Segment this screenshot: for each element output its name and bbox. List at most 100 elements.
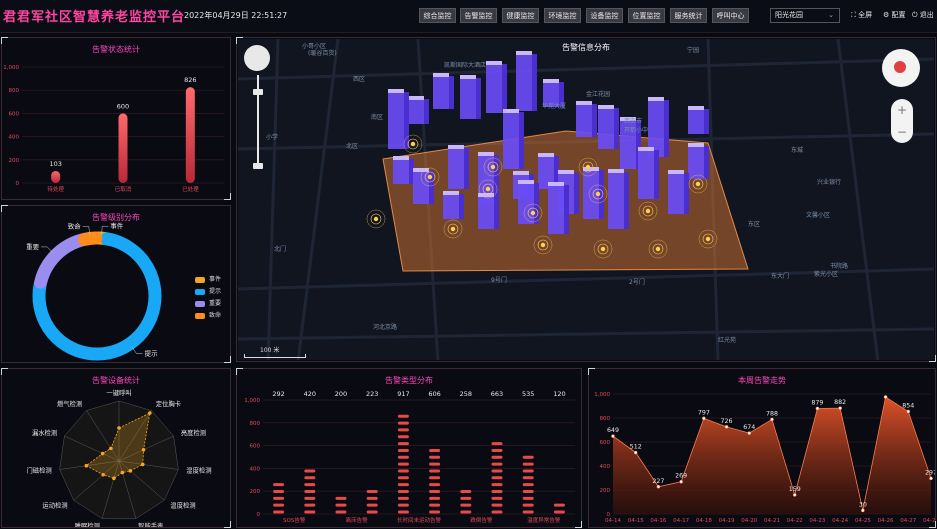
legend-item: 致命 [195, 310, 221, 319]
tab-call-center[interactable]: 呼叫中心 [712, 8, 749, 23]
radar-point [112, 476, 116, 481]
data-label: 269 [675, 473, 687, 480]
x-tick-label: 跌倒告警 [470, 516, 493, 524]
tab-health[interactable]: 健康监控 [502, 8, 539, 23]
map-label: 紫光小区 [814, 271, 839, 278]
bar-segment [553, 503, 565, 507]
radar-point [101, 472, 105, 477]
building [598, 105, 614, 149]
radar-axis-label: 湿度检测 [186, 466, 211, 475]
building [608, 169, 624, 229]
bar-segment [397, 428, 409, 432]
data-label: 535 [522, 390, 534, 398]
building-side [502, 64, 507, 113]
alarm-level-chart: 事件提示 重要 致命 [26, 221, 162, 361]
data-label: 223 [366, 390, 378, 398]
alert-marker [490, 164, 496, 170]
tab-comprehensive[interactable]: 综合监控 [419, 8, 456, 23]
tab-location[interactable]: 位置监控 [628, 8, 665, 23]
pie-slice [34, 233, 89, 289]
map-zoom-slider[interactable] [244, 45, 270, 171]
x-tick-label: 已取消 [115, 185, 132, 193]
data-point [679, 479, 683, 484]
zoom-minus-icon[interactable] [253, 163, 263, 169]
data-label: 297 [925, 469, 935, 476]
data-label: 882 [834, 399, 846, 406]
data-label: 200 [335, 390, 347, 398]
bar-segment [397, 442, 409, 446]
map-label: 北区 [346, 143, 359, 150]
building-roof [503, 109, 519, 113]
data-label: 159 [789, 486, 801, 493]
data-point [883, 395, 888, 399]
bar-segment [397, 496, 409, 500]
building-roof [393, 156, 409, 160]
y-tick-label: 800 [600, 416, 611, 422]
data-point [747, 431, 752, 435]
building [486, 61, 502, 113]
tab-alarm[interactable]: 告警监控 [460, 8, 497, 23]
bar-segment [491, 489, 503, 493]
data-point [815, 406, 820, 411]
fullscreen-button[interactable]: ⛶ 全屏 [851, 10, 872, 20]
legend-item: 提示 [195, 286, 221, 295]
bar-segment [273, 483, 285, 487]
building-side [494, 196, 499, 229]
map-label: 凯斯国际大酒店 [444, 62, 487, 69]
bar-segment [273, 496, 285, 500]
map-label: 9号门 [491, 277, 507, 284]
bar-segment [429, 448, 441, 452]
tab-service-stats[interactable]: 服务统计 [670, 8, 707, 23]
bar-segment [522, 503, 534, 507]
building-roof [558, 170, 574, 174]
map-label: 北门 [274, 246, 287, 253]
data-point [792, 493, 797, 497]
map-label: 红光苑 [718, 337, 737, 344]
building-roof [478, 152, 494, 156]
y-tick-label: 600 [9, 111, 20, 117]
exit-button[interactable]: ⏻ 退出 [912, 10, 934, 20]
building-side [704, 109, 709, 134]
radar-axis-label: 温度检测 [170, 501, 195, 510]
map-canvas[interactable]: 小哥小区 (暖谷百货) 凯斯国际大酒店 西区 南区 北区 小学 华苑大厦 金江花… [238, 39, 934, 360]
bar-segment [429, 469, 441, 473]
x-tick-label: 04-25 [855, 518, 871, 524]
alert-marker [485, 186, 491, 192]
building-side [449, 76, 454, 109]
data-label: 292 [272, 390, 284, 398]
bar-segment [522, 462, 534, 466]
y-tick-label: 200 [250, 489, 261, 495]
bar-segment [491, 448, 503, 452]
pie-label: 事件 [110, 221, 124, 230]
bar-segment [429, 503, 441, 507]
legend-label: 重要 [209, 300, 222, 307]
y-tick-label: 1,000 [244, 398, 260, 404]
tab-environment[interactable]: 环境监控 [544, 8, 581, 23]
bar-segment [429, 496, 441, 500]
map-pan-control[interactable] [244, 45, 270, 71]
data-label: 674 [743, 424, 755, 431]
map-road [266, 39, 280, 360]
radar-axis-label: 睡眠检测 [75, 521, 100, 527]
tab-device[interactable]: 设备监控 [586, 8, 623, 23]
alert-marker [540, 242, 546, 248]
zoom-thumb[interactable] [253, 89, 263, 95]
data-label: 826 [184, 76, 196, 84]
x-tick-label: 离床告警 [346, 516, 369, 524]
bar-segment [366, 496, 378, 500]
x-tick-label: 04-28 [923, 518, 935, 524]
bar-segment [273, 503, 285, 507]
building [668, 170, 684, 214]
bar-segment [273, 489, 285, 493]
zoom-out-button[interactable]: − [891, 121, 913, 143]
map-label: 西安市 [624, 118, 643, 125]
config-button[interactable]: ⚙ 配置 [883, 10, 906, 20]
bar-segment [522, 489, 534, 493]
zoom-in-button[interactable]: + [891, 99, 913, 121]
community-select[interactable]: 阳光花园 ⌄ [770, 8, 840, 23]
compass-control[interactable] [882, 49, 920, 87]
building-side [664, 100, 669, 157]
legend-swatch [195, 300, 205, 307]
alert-marker [427, 174, 433, 180]
data-point [906, 409, 911, 414]
